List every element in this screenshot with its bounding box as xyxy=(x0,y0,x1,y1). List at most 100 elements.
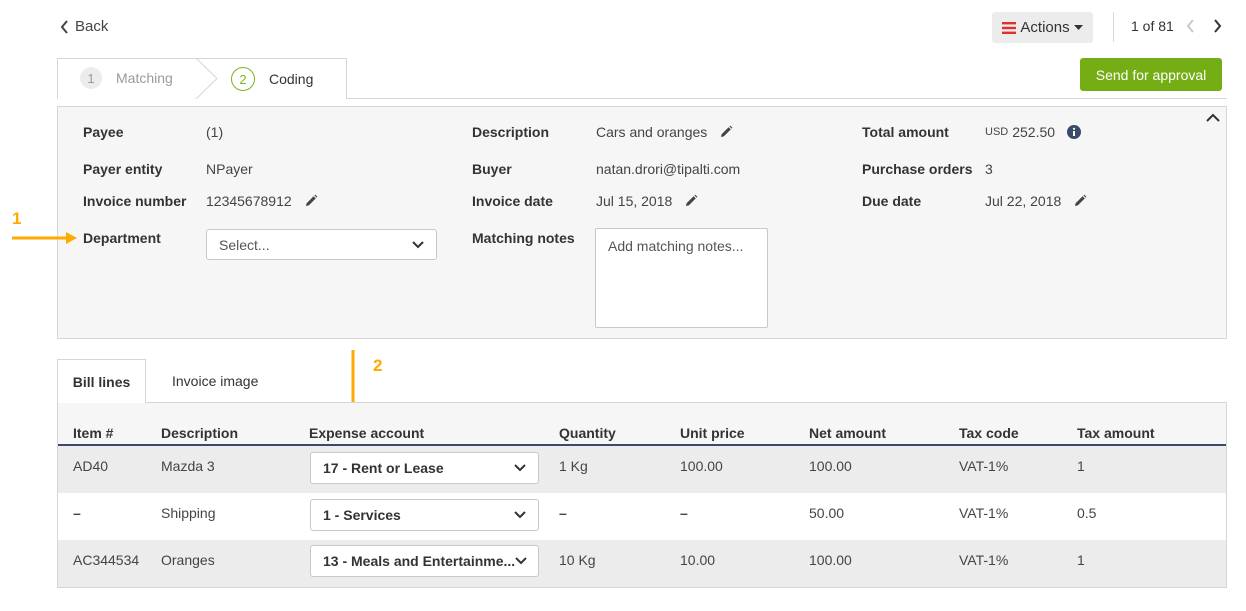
divider xyxy=(346,98,1227,99)
actions-button[interactable]: Actions xyxy=(992,12,1093,43)
info-icon[interactable] xyxy=(1067,125,1082,139)
cell-item: – xyxy=(73,505,81,521)
expense-account-select[interactable]: 1 - Services xyxy=(310,499,539,531)
hamburger-icon xyxy=(1002,21,1017,34)
column-header-tax-code: Tax code xyxy=(959,425,1019,441)
cell-tax-code: VAT-1% xyxy=(959,552,1009,568)
cell-tax-amount: 1 xyxy=(1077,458,1085,474)
cell-unit-price: 100.00 xyxy=(680,458,723,474)
payee-value: (1) xyxy=(206,124,224,140)
next-page-button[interactable] xyxy=(1213,19,1222,33)
column-header-description: Description xyxy=(161,425,239,441)
description-field: Cars and oranges xyxy=(596,124,733,140)
invoice-number-field: 12345678912 xyxy=(206,193,318,209)
column-header-quantity: Quantity xyxy=(559,425,616,441)
step-separator xyxy=(195,58,219,99)
chevron-down-icon xyxy=(412,240,424,249)
expense-account-value: 17 - Rent or Lease xyxy=(323,460,444,476)
chevron-down-icon xyxy=(514,464,526,472)
invoice-date-field: Jul 15, 2018 xyxy=(596,193,698,209)
cell-quantity: 10 Kg xyxy=(559,552,596,568)
expense-account-select[interactable]: 13 - Meals and Entertainme... xyxy=(310,545,539,577)
description-value: Cars and oranges xyxy=(596,124,708,140)
column-header-unit-price: Unit price xyxy=(680,425,745,441)
total-amount-value: 252.50 xyxy=(1012,124,1056,140)
pencil-icon[interactable] xyxy=(719,125,733,139)
table-row xyxy=(58,540,1226,587)
expense-account-select[interactable]: 17 - Rent or Lease xyxy=(310,452,539,484)
step-number: 1 xyxy=(80,67,102,89)
department-label: Department xyxy=(83,230,161,246)
payer-entity-value: NPayer xyxy=(206,161,253,177)
cell-unit-price: – xyxy=(680,505,688,521)
total-amount-field: USD 252.50 xyxy=(985,124,1082,140)
arrow-icon xyxy=(12,231,78,245)
matching-notes-input[interactable]: Add matching notes... xyxy=(595,228,768,328)
total-currency: USD xyxy=(985,126,1009,138)
pencil-icon[interactable] xyxy=(1073,194,1087,208)
step-matching[interactable]: 1 Matching xyxy=(80,67,173,89)
expense-account-value: 1 - Services xyxy=(323,507,401,523)
description-label: Description xyxy=(472,124,550,140)
buyer-label: Buyer xyxy=(472,161,512,177)
purchase-orders-label: Purchase orders xyxy=(862,161,973,177)
send-for-approval-button[interactable]: Send for approval xyxy=(1080,58,1222,91)
column-header-expense-account: Expense account xyxy=(309,425,425,441)
cell-net-amount: 100.00 xyxy=(809,458,852,474)
column-header-item: Item # xyxy=(73,425,114,441)
buyer-value: natan.drori@tipalti.com xyxy=(596,161,741,177)
cell-quantity: – xyxy=(559,505,567,521)
payer-entity-label: Payer entity xyxy=(83,161,163,177)
cell-item: AD40 xyxy=(73,458,109,474)
invoice-date-value: Jul 15, 2018 xyxy=(596,193,673,209)
tab-bill-lines[interactable]: Bill lines xyxy=(57,359,146,403)
cell-unit-price: 10.00 xyxy=(680,552,716,568)
due-date-field: Jul 22, 2018 xyxy=(985,193,1087,209)
cell-tax-code: VAT-1% xyxy=(959,505,1009,521)
pager-text: 1 of 81 xyxy=(1131,18,1174,34)
department-select[interactable]: Select... xyxy=(206,229,437,260)
chevron-down-icon xyxy=(514,511,526,519)
pencil-icon[interactable] xyxy=(684,194,698,208)
cell-tax-amount: 0.5 xyxy=(1077,505,1097,521)
cell-net-amount: 50.00 xyxy=(809,505,845,521)
matching-notes-label: Matching notes xyxy=(472,230,575,246)
payee-label: Payee xyxy=(83,124,124,140)
annotation-number: 2 xyxy=(373,356,383,375)
cell-tax-amount: 1 xyxy=(1077,552,1085,568)
invoice-number-value: 12345678912 xyxy=(206,193,292,209)
step-label: Coding xyxy=(269,71,314,87)
expense-account-value: 13 - Meals and Entertainme... xyxy=(323,553,516,569)
invoice-date-label: Invoice date xyxy=(472,193,553,209)
cell-item: AC344534 xyxy=(73,552,140,568)
total-amount-label: Total amount xyxy=(862,124,949,140)
cell-description: Mazda 3 xyxy=(161,458,215,474)
department-select-placeholder: Select... xyxy=(219,236,270,253)
cell-quantity: 1 Kg xyxy=(559,458,588,474)
step-number: 2 xyxy=(231,67,255,91)
back-link[interactable]: Back xyxy=(60,18,108,35)
table-row xyxy=(58,493,1226,540)
table-row xyxy=(58,446,1226,493)
cell-description: Oranges xyxy=(161,552,215,568)
cell-description: Shipping xyxy=(161,505,216,521)
back-label: Back xyxy=(75,18,109,35)
invoice-number-label: Invoice number xyxy=(83,193,187,209)
cell-tax-code: VAT-1% xyxy=(959,458,1009,474)
chevron-left-icon xyxy=(60,19,69,34)
purchase-orders-value: 3 xyxy=(985,161,993,177)
step-coding[interactable]: 2 Coding xyxy=(231,67,313,91)
caret-down-icon xyxy=(1073,24,1083,31)
due-date-value: Jul 22, 2018 xyxy=(985,193,1062,209)
chevron-down-icon xyxy=(515,557,527,565)
actions-label: Actions xyxy=(1020,19,1070,36)
due-date-label: Due date xyxy=(862,193,922,209)
column-header-net-amount: Net amount xyxy=(809,425,886,441)
chevron-up-icon[interactable] xyxy=(1206,113,1220,122)
tab-invoice-image[interactable]: Invoice image xyxy=(172,373,258,389)
previous-page-button[interactable] xyxy=(1186,19,1195,33)
column-header-tax-amount: Tax amount xyxy=(1077,425,1155,441)
pencil-icon[interactable] xyxy=(304,194,318,208)
divider xyxy=(1113,12,1114,42)
annotation-number: 1 xyxy=(12,209,22,228)
